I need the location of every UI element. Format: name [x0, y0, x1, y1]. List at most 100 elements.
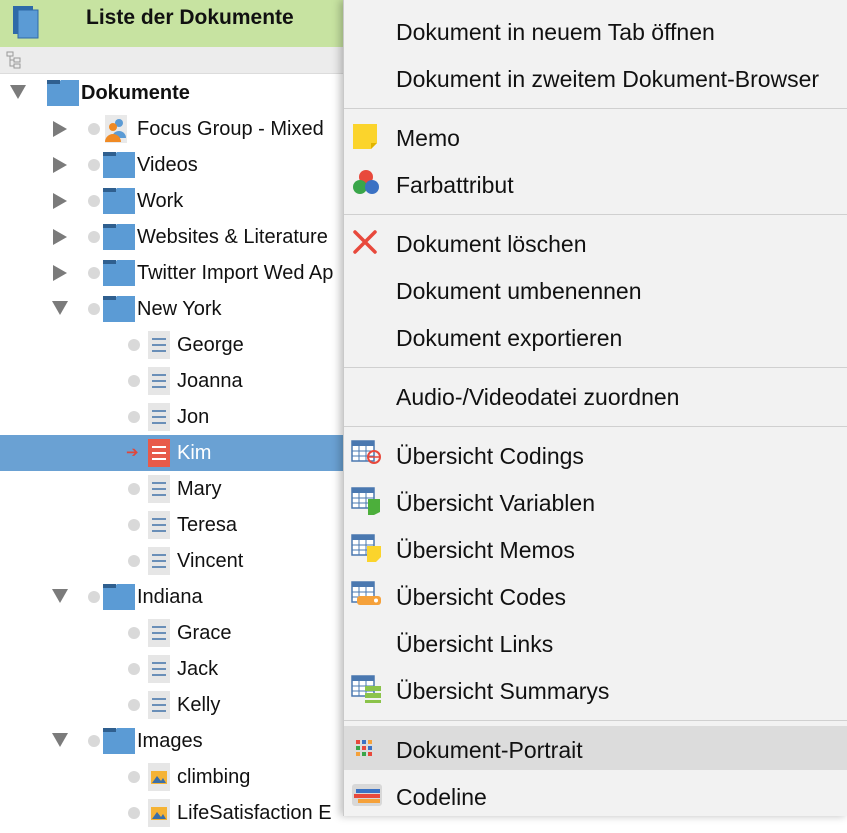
status-dot: [88, 591, 100, 603]
status-dot: [128, 375, 140, 387]
menu-item-label: Dokument umbenennen: [396, 278, 642, 304]
tree-item-label: George: [177, 334, 244, 356]
disclosure-collapsed-icon[interactable]: [53, 193, 67, 209]
tree-item-label: Images: [137, 730, 203, 752]
menu-item-label: Dokument exportieren: [396, 325, 623, 351]
menu-item[interactable]: Codeline: [344, 773, 847, 817]
menu-item[interactable]: Übersicht Codes: [344, 573, 847, 617]
tree-item-label: New York: [137, 298, 222, 320]
menu-item-label: Memo: [396, 125, 460, 151]
status-dot: [128, 483, 140, 495]
status-dot: [128, 339, 140, 351]
status-dot: [128, 627, 140, 639]
disclosure-collapsed-icon[interactable]: [53, 265, 67, 281]
tree-item-label: Teresa: [177, 514, 238, 536]
disclosure-collapsed-icon[interactable]: [53, 229, 67, 245]
tree-item-label: Grace: [177, 622, 232, 644]
tree-item-label: LifeSatisfaction E: [177, 802, 332, 824]
tree-item-label: Websites & Literature: [137, 226, 328, 248]
folder-icon: [102, 150, 136, 185]
menu-item[interactable]: Dokument exportieren: [344, 314, 847, 358]
menu-separator: [344, 108, 847, 109]
menu-item[interactable]: Audio-/Videodatei zuordnen: [344, 373, 847, 417]
disclosure-collapsed-icon[interactable]: [53, 121, 67, 137]
menu-item-label: Dokument löschen: [396, 231, 587, 257]
status-dot: [128, 411, 140, 423]
menu-item-label: Übersicht Memos: [396, 537, 575, 563]
disclosure-expanded-icon[interactable]: [52, 733, 68, 747]
menu-item[interactable]: Übersicht Links: [344, 620, 847, 664]
color-attribute-icon: [350, 168, 382, 203]
folder-icon: [102, 726, 136, 761]
tree-item-label: Indiana: [137, 586, 203, 608]
disclosure-expanded-icon[interactable]: [52, 589, 68, 603]
menu-item-label: Farbattribut: [396, 172, 514, 198]
disclosure-collapsed-icon[interactable]: [53, 157, 67, 173]
menu-item-label: Dokument in zweitem Dokument-Browser: [396, 66, 820, 92]
menu-item[interactable]: Dokument löschen: [344, 220, 847, 264]
codeline-icon: [350, 780, 384, 815]
overview-codings-icon: [350, 439, 384, 474]
text-icon: [146, 546, 172, 581]
text-icon: [146, 366, 172, 401]
focus-group-icon: [102, 114, 130, 149]
delete-icon: [350, 227, 380, 262]
folder-icon: [46, 78, 80, 113]
menu-item[interactable]: Farbattribut: [344, 161, 847, 205]
menu-item[interactable]: Memo: [344, 114, 847, 158]
status-dot: [88, 303, 100, 315]
menu-item-label: Übersicht Codings: [396, 443, 584, 469]
tree-item-label: Videos: [137, 154, 198, 176]
menu-item-label: Übersicht Codes: [396, 584, 567, 610]
menu-item-label: Übersicht Summarys: [396, 678, 610, 704]
menu-separator: [344, 720, 847, 721]
folder-icon: [102, 294, 136, 329]
menu-item-label: Dokument in neuem Tab öffnen: [396, 19, 715, 45]
menu-item[interactable]: Übersicht Summarys: [344, 667, 847, 711]
status-dot: [128, 807, 140, 819]
tree-item-label: Jack: [177, 658, 219, 680]
tree-item-label: Work: [137, 190, 184, 212]
folder-icon: [102, 582, 136, 617]
status-dot: [88, 195, 100, 207]
status-dot: [88, 735, 100, 747]
disclosure-expanded-icon[interactable]: [52, 301, 68, 315]
status-dot: [88, 159, 100, 171]
tree-item-label: Vincent: [177, 550, 244, 572]
outline-icon[interactable]: [6, 51, 24, 74]
menu-item[interactable]: Dokument in zweitem Dokument-Browser: [344, 55, 847, 99]
menu-separator: [344, 367, 847, 368]
text-icon: [146, 438, 172, 473]
disclosure-expanded-icon[interactable]: [10, 85, 26, 99]
status-dot: [88, 123, 100, 135]
tree-item-label: Focus Group - Mixed: [137, 118, 324, 140]
tree-item-label: Kelly: [177, 694, 221, 716]
overview-memos-icon: [350, 533, 384, 568]
tree-item-label: Twitter Import Wed Ap: [137, 262, 334, 284]
overview-codes-icon: [350, 580, 384, 615]
status-dot: [128, 519, 140, 531]
menu-item[interactable]: Dokument umbenennen: [344, 267, 847, 311]
status-dot: [128, 771, 140, 783]
panel-title: Liste der Dokumente: [86, 6, 294, 29]
documents-icon: [11, 4, 43, 45]
text-icon: [146, 690, 172, 725]
text-icon: [146, 654, 172, 689]
menu-item[interactable]: Dokument in neuem Tab öffnen: [344, 8, 847, 52]
overview-summaries-icon: [350, 674, 384, 709]
menu-item-label: Übersicht Variablen: [396, 490, 596, 516]
tree-item-label: Kim: [177, 442, 212, 464]
menu-item-label: Audio-/Videodatei zuordnen: [396, 384, 680, 410]
text-icon: [146, 402, 172, 437]
menu-item[interactable]: Dokument-Portrait: [344, 726, 847, 770]
menu-item-label: Übersicht Links: [396, 631, 554, 657]
menu-item[interactable]: Übersicht Codings: [344, 432, 847, 476]
menu-item[interactable]: Übersicht Variablen: [344, 479, 847, 523]
folder-icon: [102, 258, 136, 293]
menu-item[interactable]: Übersicht Memos: [344, 526, 847, 570]
tree-item-label: Dokumente: [81, 82, 190, 104]
context-menu: Dokument in neuem Tab öffnen Dokument in …: [343, 0, 847, 816]
active-document-arrow-icon: ➔: [126, 444, 139, 461]
status-dot: [128, 699, 140, 711]
text-icon: [146, 330, 172, 365]
